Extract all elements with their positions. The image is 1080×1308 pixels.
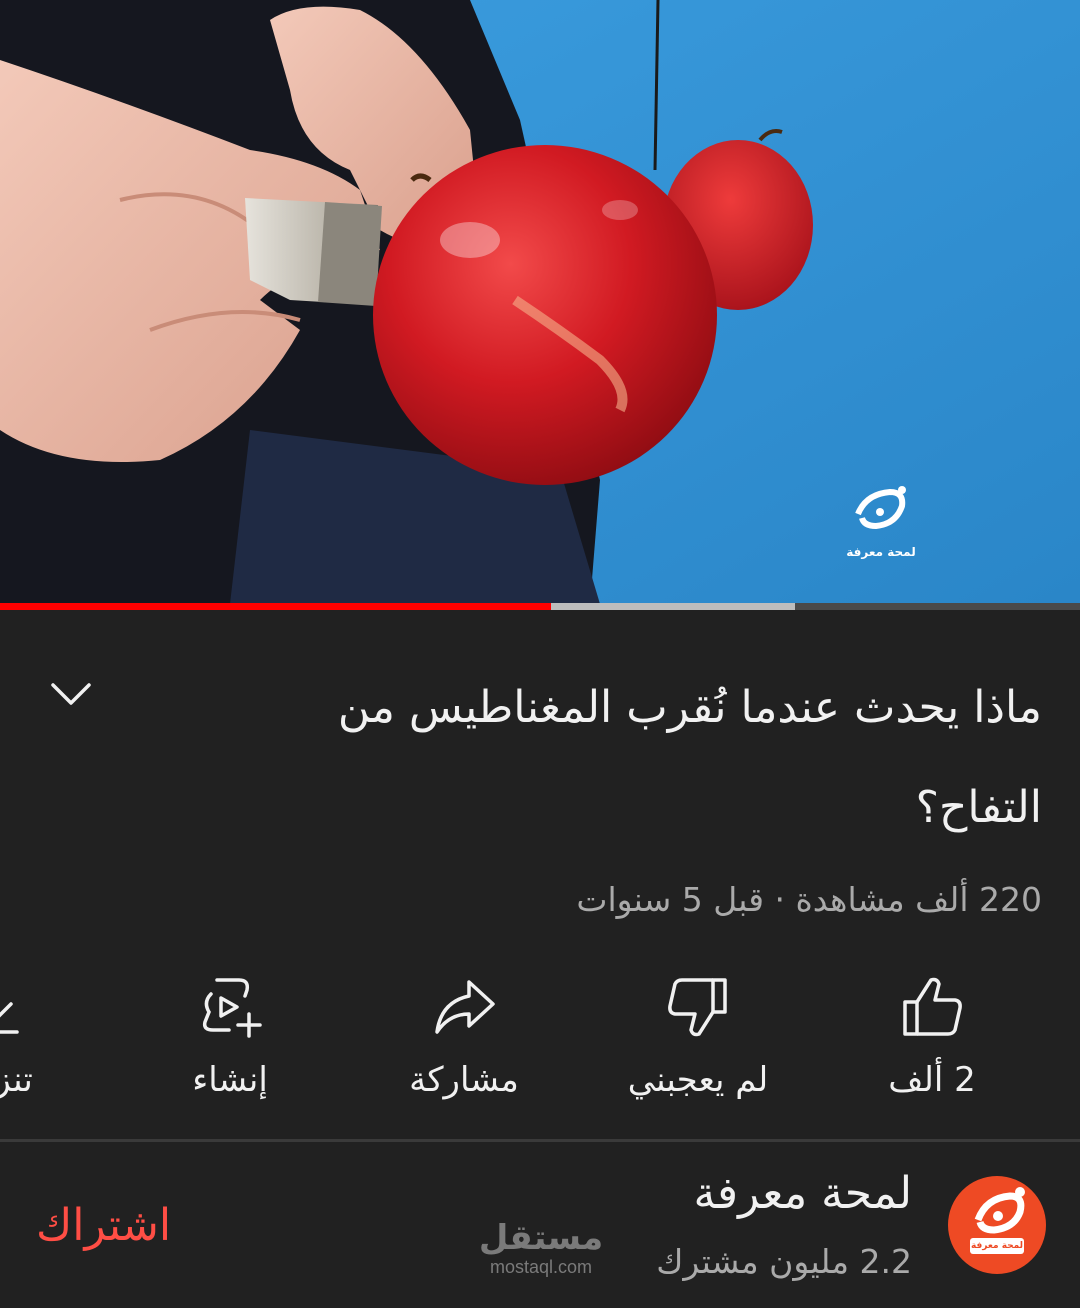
- progress-bar[interactable]: [0, 603, 1080, 610]
- like-count: 2 ألف: [888, 1060, 976, 1100]
- channel-name[interactable]: لمحة معرفة: [693, 1168, 912, 1219]
- progress-played: [0, 603, 551, 610]
- dislike-button[interactable]: لم يعجبني: [588, 960, 808, 1120]
- chevron-down-icon[interactable]: [40, 668, 102, 718]
- avatar-text: لمحة معرفة: [970, 1241, 1024, 1251]
- share-button[interactable]: مشاركة: [354, 960, 574, 1120]
- divider: [0, 1139, 1080, 1142]
- dislike-label: لم يعجبني: [627, 1060, 769, 1100]
- subscriber-count: 2.2 مليون مشترك: [656, 1242, 912, 1281]
- share-label: مشاركة: [409, 1060, 519, 1100]
- video-logo-text: لمحة معرفة: [846, 545, 916, 559]
- video-frame: [0, 0, 1080, 604]
- share-arrow-icon: [435, 980, 495, 1034]
- thumbs-up-icon: [903, 977, 962, 1036]
- video-title[interactable]: ماذا يحدث عندما نُقرب المغناطيس من التفا…: [202, 658, 1042, 858]
- create-button[interactable]: إنشاء: [120, 960, 340, 1120]
- download-label: تنزيل: [0, 1060, 33, 1100]
- video-meta[interactable]: 220 ألف مشاهدة · قبل 5 سنوات: [576, 880, 1042, 919]
- watermark-arabic: مستقل: [478, 1218, 604, 1258]
- watermark-latin: mostaql.com: [489, 1257, 593, 1277]
- watermark: مستقل mostaql.com: [474, 1218, 608, 1276]
- avatar[interactable]: لمحة معرفة: [948, 1176, 1046, 1274]
- download-icon: [0, 1002, 19, 1034]
- channel-logo-icon: [970, 1187, 1025, 1254]
- thumbs-down-icon: [668, 978, 727, 1037]
- like-button[interactable]: 2 ألف: [822, 960, 1042, 1120]
- create-label: إنشاء: [192, 1060, 268, 1100]
- video-player[interactable]: لمحة معرفة: [0, 0, 1080, 604]
- subscribe-button[interactable]: اشتراك: [36, 1200, 171, 1251]
- download-button[interactable]: تنزيل: [0, 960, 106, 1120]
- action-bar: 2 ألف لم يعجبني مشاركة إنشاء تنزيل: [0, 960, 1080, 1130]
- create-remix-icon: [202, 978, 262, 1038]
